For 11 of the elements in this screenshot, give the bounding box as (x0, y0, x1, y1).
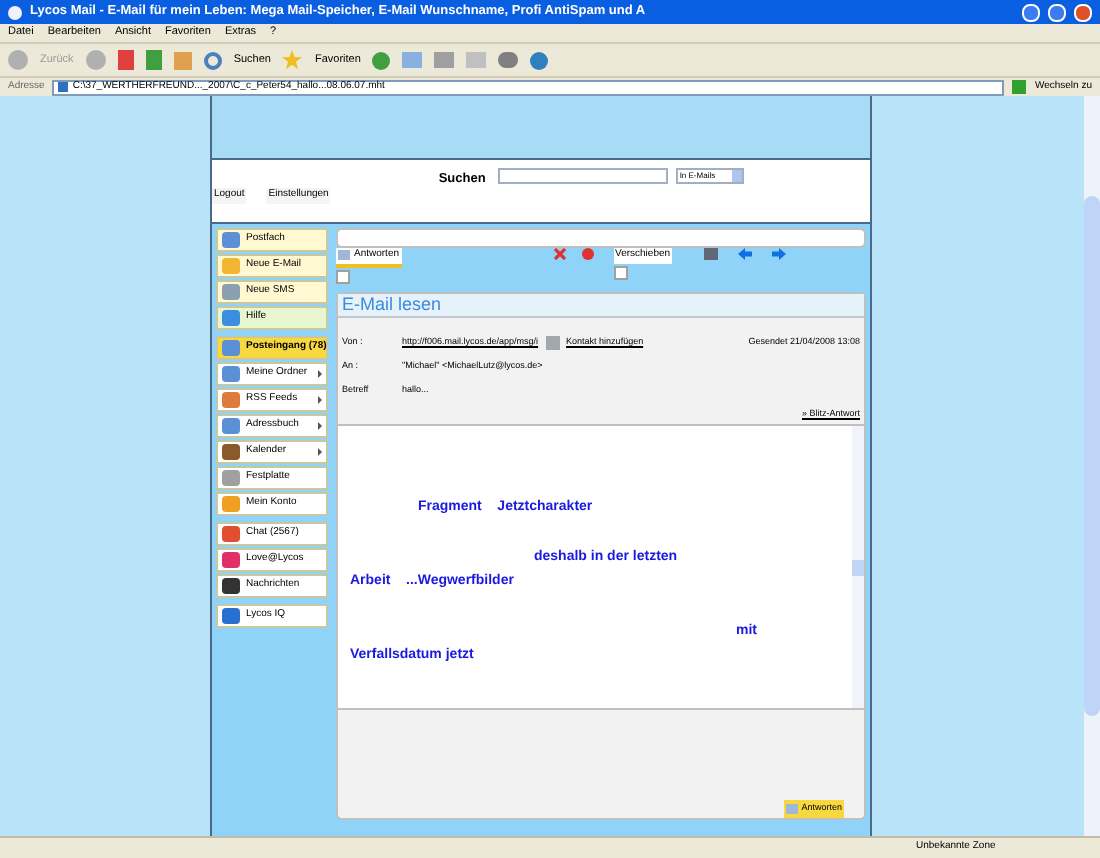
search-icon (203, 51, 222, 69)
delete-icon[interactable] (553, 248, 566, 260)
panel-title: E-Mail lesen (342, 291, 442, 318)
right-arrow-icon[interactable] (772, 248, 787, 260)
close-button[interactable] (1074, 3, 1092, 21)
dropdown-icon[interactable] (613, 265, 628, 279)
left-arrow-icon[interactable] (738, 248, 753, 260)
minimize-button[interactable] (1022, 3, 1040, 21)
dropdown-icon[interactable] (336, 269, 350, 283)
search-field[interactable] (497, 168, 668, 184)
maximize-button[interactable] (1048, 3, 1066, 21)
